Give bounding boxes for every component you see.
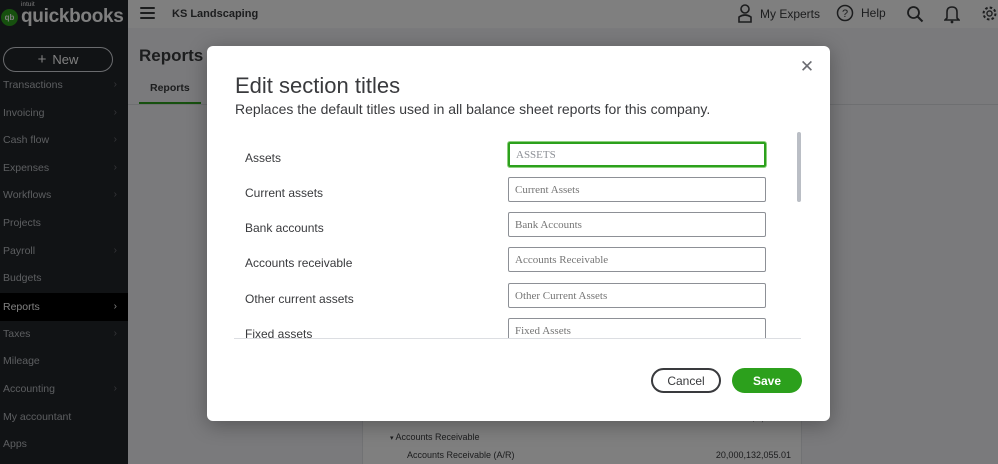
edit-section-titles-dialog: Edit section titles Replaces the default… bbox=[207, 46, 830, 421]
dialog-subtitle: Replaces the default titles used in all … bbox=[235, 101, 711, 117]
field-label: Assets bbox=[245, 151, 282, 165]
fixed-assets-title-input[interactable] bbox=[508, 318, 766, 338]
field-label: Current assets bbox=[245, 186, 324, 200]
field-label: Fixed assets bbox=[245, 327, 313, 339]
field-row-current-assets: Current assets bbox=[234, 176, 801, 211]
field-label: Bank accounts bbox=[245, 221, 324, 235]
other-current-assets-title-input[interactable] bbox=[508, 283, 766, 308]
section-titles-list[interactable]: Assets Current assets Bank accounts Acco… bbox=[234, 134, 801, 339]
bank-accounts-title-input[interactable] bbox=[508, 212, 766, 237]
assets-title-input[interactable] bbox=[508, 142, 766, 167]
cancel-button[interactable]: Cancel bbox=[651, 368, 721, 393]
field-row-fixed-assets: Fixed assets bbox=[234, 317, 801, 339]
close-icon[interactable]: ✕ bbox=[798, 58, 816, 76]
field-row-accounts-receivable: Accounts receivable bbox=[234, 246, 801, 281]
field-row-other-current-assets: Other current assets bbox=[234, 282, 801, 317]
field-label: Other current assets bbox=[245, 292, 354, 306]
dialog-title: Edit section titles bbox=[235, 73, 401, 98]
field-row-assets: Assets bbox=[234, 141, 801, 176]
field-label: Accounts receivable bbox=[245, 256, 353, 270]
current-assets-title-input[interactable] bbox=[508, 177, 766, 202]
scrollbar-thumb[interactable] bbox=[797, 132, 801, 202]
accounts-receivable-title-input[interactable] bbox=[508, 247, 766, 272]
field-row-bank-accounts: Bank accounts bbox=[234, 211, 801, 246]
save-button[interactable]: Save bbox=[732, 368, 802, 393]
